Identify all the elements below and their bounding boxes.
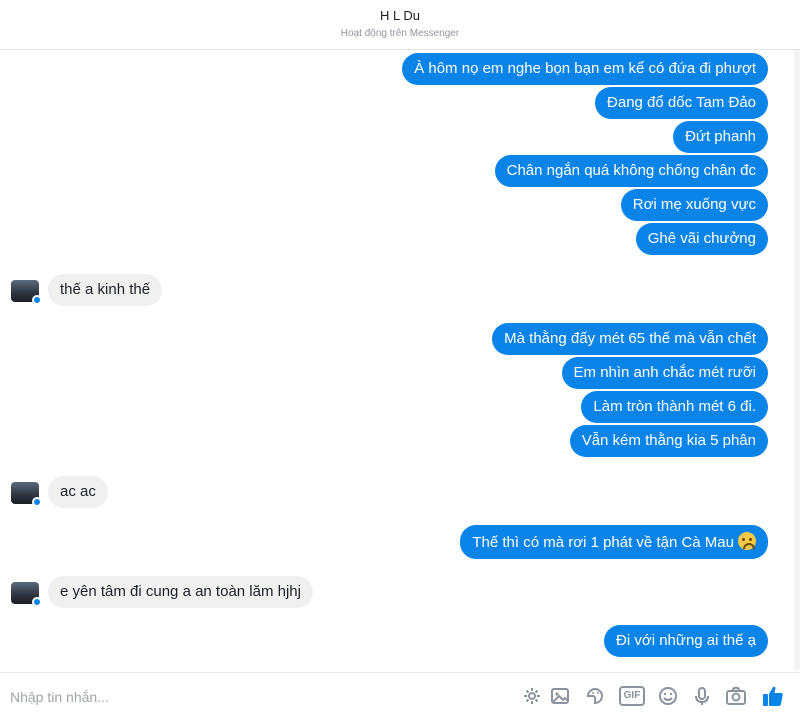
incoming-message[interactable]: ac ac (48, 476, 108, 508)
conversation-header: H L Du Hoạt động trên Messenger (0, 0, 800, 50)
messenger-badge-icon (32, 497, 42, 507)
outgoing-message[interactable]: Đang đổ dốc Tam Đảo (595, 87, 768, 119)
outgoing-message[interactable]: Mà thằng đấy mét 65 thế mà vẫn chết (492, 323, 768, 355)
outgoing-message[interactable]: Đứt phanh (673, 121, 768, 153)
scrollbar[interactable] (794, 50, 800, 670)
message-composer: GIF (0, 672, 800, 720)
contact-avatar[interactable] (11, 582, 42, 607)
messenger-badge-icon (32, 295, 42, 305)
outgoing-message[interactable]: Rơi mẹ xuống vực (620, 189, 768, 221)
outgoing-message[interactable]: Ghê vãi chưởng (635, 223, 768, 255)
emoji-sticker-icon[interactable] (521, 685, 543, 707)
incoming-message[interactable]: thế a kinh thế (48, 274, 163, 306)
active-status: Hoạt động trên Messenger (340, 28, 460, 39)
incoming-message[interactable]: e yên tâm đi cung a an toàn lăm hjhj (48, 576, 313, 608)
outgoing-message-text: Thế thì có mà rơi 1 phát về tận Cà Mau (472, 534, 734, 551)
contact-avatar[interactable] (11, 482, 42, 507)
smiley-icon[interactable] (657, 685, 679, 707)
outgoing-message[interactable]: Đi với những ai thế ạ (604, 625, 768, 657)
microphone-icon[interactable] (691, 685, 713, 707)
like-icon[interactable] (761, 684, 785, 708)
outgoing-message[interactable]: Chân ngắn quá không chống chân đc (494, 155, 768, 187)
sticker-icon[interactable] (584, 685, 606, 707)
contact-avatar[interactable] (11, 280, 42, 305)
outgoing-message[interactable]: Làm tròn thành mét 6 đi. (581, 391, 768, 423)
message-input[interactable] (10, 685, 430, 709)
outgoing-message[interactable]: Thế thì có mà rơi 1 phát về tận Cà Mau (460, 525, 768, 559)
gif-icon[interactable]: GIF (619, 686, 645, 706)
sad-face-emoji-icon (738, 532, 756, 550)
outgoing-message[interactable]: À hôm nọ em nghe bọn bạn em kể có đứa đi… (402, 53, 768, 85)
image-icon[interactable] (549, 685, 571, 707)
outgoing-message[interactable]: Vẫn kém thằng kia 5 phân (569, 425, 768, 457)
contact-name[interactable]: H L Du (0, 8, 800, 23)
camera-icon[interactable] (725, 685, 747, 707)
messenger-badge-icon (32, 597, 42, 607)
outgoing-message[interactable]: Em nhìn anh chắc mét rưỡi (561, 357, 768, 389)
